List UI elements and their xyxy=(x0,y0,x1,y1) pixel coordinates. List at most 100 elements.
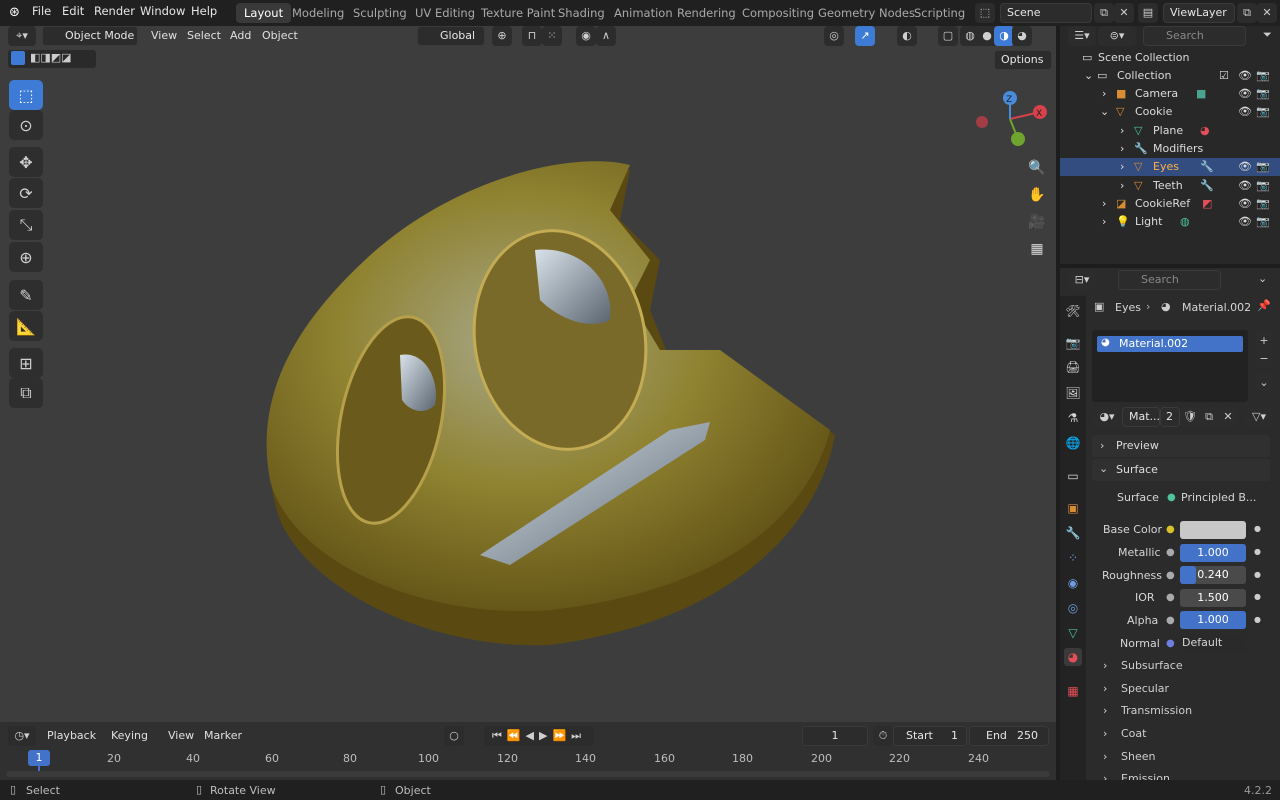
render-tab-icon[interactable]: 📷 xyxy=(1064,334,1082,352)
xray-icon[interactable]: ▢ xyxy=(938,26,958,46)
viewlayer-selector-icon[interactable]: ▤ xyxy=(1138,3,1158,23)
move-tool-icon[interactable]: ✥ xyxy=(9,147,43,177)
outliner-row-camera[interactable]: › ■ Camera ■ 👁 📷 xyxy=(1060,85,1280,103)
playhead-frame-badge[interactable]: 1 xyxy=(28,750,50,766)
breadcrumb-object[interactable]: Eyes xyxy=(1115,301,1141,314)
viewport-menu-select[interactable]: Select xyxy=(187,29,221,42)
rotate-tool-icon[interactable]: ⟳ xyxy=(9,178,43,208)
snap-target-icon[interactable]: ⁙ xyxy=(542,26,562,46)
object-tab-icon[interactable]: ▣ xyxy=(1064,499,1082,517)
properties-search-input[interactable]: Search xyxy=(1118,270,1221,290)
texture-tab-icon[interactable]: ▦ xyxy=(1064,682,1082,700)
breadcrumb-material[interactable]: Material.002 xyxy=(1182,301,1251,314)
material-browse-icon[interactable]: ◕▾ xyxy=(1094,407,1120,427)
pan-hand-icon[interactable]: ✋ xyxy=(1024,182,1050,208)
base-color-keyframe-icon[interactable]: ● xyxy=(1254,524,1261,533)
menu-edit[interactable]: Edit xyxy=(62,4,84,18)
new-viewlayer-icon[interactable]: ⧉ xyxy=(1237,3,1257,23)
roughness-slider[interactable]: 0.240 xyxy=(1180,566,1246,584)
base-color-swatch[interactable] xyxy=(1180,521,1246,539)
pin-icon[interactable]: 📌 xyxy=(1257,299,1271,312)
outliner-search-input[interactable]: Search xyxy=(1143,26,1246,46)
ior-keyframe-icon[interactable]: ● xyxy=(1254,592,1261,601)
camera-view-icon[interactable]: 🎥 xyxy=(1024,209,1050,235)
tool-tab-icon[interactable]: 🛠 xyxy=(1064,302,1082,320)
metallic-keyframe-icon[interactable]: ● xyxy=(1254,547,1261,556)
outliner-row-collection[interactable]: ⌄ ▭ Collection ☑ 👁 📷 xyxy=(1060,67,1280,85)
timeline-menu-marker[interactable]: Marker xyxy=(204,729,242,742)
outliner-editor-type-icon[interactable]: ☰▾ xyxy=(1068,26,1096,46)
constraints-tab-icon[interactable]: ◎ xyxy=(1064,599,1082,617)
normal-value[interactable]: Default xyxy=(1180,634,1246,652)
preview-panel-header[interactable]: Preview xyxy=(1092,435,1270,457)
add-slot-icon[interactable]: + xyxy=(1255,331,1273,349)
slot-specials-icon[interactable]: ⌄ xyxy=(1255,373,1273,391)
viewlayer-field[interactable]: ViewLayer xyxy=(1163,3,1235,23)
transform-add-tool-icon[interactable]: ⧉ xyxy=(9,378,43,408)
menu-file[interactable]: File xyxy=(32,4,51,18)
rendered-shading-icon[interactable]: ◕ xyxy=(1012,26,1032,46)
annotate-tool-icon[interactable]: ✎ xyxy=(9,280,43,310)
snap-icon[interactable]: ⊓ xyxy=(522,26,542,46)
material-user-count[interactable]: 2 xyxy=(1160,407,1180,427)
outliner-row-eyes[interactable]: › ▽ Eyes 🔧 👁 📷 xyxy=(1060,158,1280,176)
playback-controls[interactable]: ⏮⏪◀▶⏩⏭ xyxy=(484,726,594,746)
ior-field[interactable]: 1.500 xyxy=(1180,589,1246,607)
options-dropdown[interactable]: Options xyxy=(994,50,1052,70)
tab-modeling[interactable]: Modeling xyxy=(284,3,352,23)
outliner-row-plane[interactable]: › ▽ Plane ◕ xyxy=(1060,122,1280,140)
transform-tool-icon[interactable]: ⊕ xyxy=(9,242,43,272)
menu-window[interactable]: Window xyxy=(140,4,185,18)
link-mode-icon[interactable]: ▽▾ xyxy=(1246,407,1272,427)
scale-tool-icon[interactable]: ⤡ xyxy=(9,210,43,240)
metallic-slider[interactable]: 1.000 xyxy=(1180,544,1246,562)
tab-scripting[interactable]: Scripting xyxy=(906,3,973,23)
editor-type-icon[interactable]: ⌖▾ xyxy=(8,26,36,46)
outliner-row-cookie[interactable]: ⌄ ▽ Cookie 👁 📷 xyxy=(1060,103,1280,121)
collection-tab-icon[interactable]: ▭ xyxy=(1064,467,1082,485)
unlink-material-icon[interactable]: ✕ xyxy=(1218,407,1238,427)
menu-help[interactable]: Help xyxy=(191,4,217,18)
timeline-menu-playback[interactable]: Playback xyxy=(47,729,96,742)
material-slot-row[interactable]: Material.002 xyxy=(1097,336,1243,352)
alpha-slider[interactable]: 1.000 xyxy=(1180,611,1246,629)
particles-tab-icon[interactable]: ⁘ xyxy=(1064,549,1082,567)
outliner-row-modifiers[interactable]: › 🔧 Modifiers xyxy=(1060,140,1280,158)
physics-tab-icon[interactable]: ◉ xyxy=(1064,574,1082,592)
remove-slot-icon[interactable]: − xyxy=(1255,349,1273,367)
viewport-menu-add[interactable]: Add xyxy=(230,29,251,42)
tab-uv-editing[interactable]: UV Editing xyxy=(407,3,483,23)
perspective-grid-icon[interactable]: ▦ xyxy=(1024,236,1050,262)
start-frame-field[interactable]: Start 1 xyxy=(893,726,967,746)
timeline-menu-view[interactable]: View xyxy=(168,729,194,742)
duplicate-material-icon[interactable]: ⧉ xyxy=(1199,407,1219,427)
view-layer-tab-icon[interactable]: 🖼 xyxy=(1064,384,1082,402)
navigation-gizmo[interactable]: X Z xyxy=(970,84,1050,154)
falloff-icon[interactable]: ∧ xyxy=(596,26,616,46)
fake-user-icon[interactable]: 🛡 xyxy=(1180,407,1200,427)
end-frame-field[interactable]: End 250 xyxy=(969,726,1049,746)
auto-keying-icon[interactable]: ○ xyxy=(444,726,464,746)
outliner-filter-mode-icon[interactable]: ⊜▾ xyxy=(1098,26,1136,46)
properties-editor-type-icon[interactable]: ⊟▾ xyxy=(1068,270,1096,290)
cookie-model[interactable] xyxy=(250,150,850,660)
properties-options-icon[interactable]: ⌄ xyxy=(1258,272,1267,285)
material-shading-icon[interactable]: ◑ xyxy=(994,26,1014,46)
surface-panel-header[interactable]: Surface xyxy=(1092,459,1270,481)
delete-scene-icon[interactable]: ✕ xyxy=(1114,3,1134,23)
menu-render[interactable]: Render xyxy=(94,4,135,18)
preview-range-icon[interactable]: ⏱ xyxy=(873,726,893,746)
outliner-row-teeth[interactable]: › ▽ Teeth 🔧 👁 📷 xyxy=(1060,177,1280,195)
roughness-keyframe-icon[interactable]: ● xyxy=(1254,570,1261,579)
tab-sculpting[interactable]: Sculpting xyxy=(345,3,415,23)
timeline-menu-keying[interactable]: Keying xyxy=(111,729,148,742)
cursor-tool-icon[interactable]: ⊙ xyxy=(9,110,43,140)
orientation-dropdown[interactable]: Global xyxy=(417,26,485,46)
object-mode-dropdown[interactable]: Object Mode xyxy=(42,26,138,46)
surface-shader-value[interactable]: Principled B... xyxy=(1181,491,1256,504)
blender-logo-icon[interactable]: ⊛ xyxy=(9,5,20,20)
outliner-row-cookieref[interactable]: › ◪ CookieRef ◩ 👁 📷 xyxy=(1060,195,1280,213)
visibility-icon[interactable]: ◎ xyxy=(824,26,844,46)
world-tab-icon[interactable]: 🌐 xyxy=(1064,434,1082,452)
gizmo-toggle-icon[interactable]: ↗ xyxy=(855,26,875,46)
